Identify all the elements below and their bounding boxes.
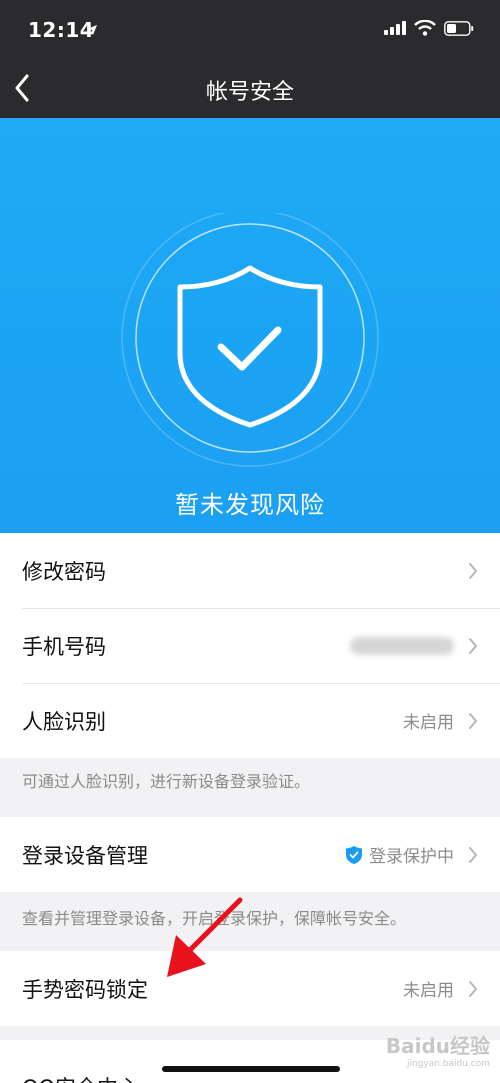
- row-label: 手机号码: [22, 634, 106, 659]
- qq-security-center-row-label: QQ安全中心: [22, 1072, 139, 1083]
- page-title: 帐号安全: [205, 80, 294, 105]
- shield-icon: [346, 845, 362, 864]
- cellular-signal-icon: [384, 21, 406, 35]
- blurred-phone-number: [350, 636, 454, 655]
- row-label: 人脸识别: [22, 709, 106, 734]
- battery-icon: [444, 20, 474, 36]
- gesture-lock-status: 未启用: [403, 981, 454, 1001]
- device-management-hint: 查看并管理登录设备，开启登录保护，保障帐号安全。: [22, 909, 407, 928]
- navigation-bar: 帐号安全: [0, 60, 500, 118]
- security-status-banner: 暂未发现风险: [0, 118, 500, 533]
- status-bar: 12:14: [0, 0, 500, 60]
- wifi-icon: [414, 20, 436, 36]
- face-recognition-row[interactable]: 人脸识别 未启用: [0, 683, 500, 758]
- status-time: 12:14: [28, 18, 95, 42]
- chevron-right-icon: [468, 562, 478, 580]
- baidu-watermark: Baidu经验 jingyan.baidu.com: [386, 1030, 490, 1069]
- login-device-management-row[interactable]: 登录设备管理 登录保护中: [0, 817, 500, 892]
- status-indicators: [384, 20, 474, 36]
- watermark-url: jingyan.baidu.com: [406, 1059, 490, 1069]
- chevron-right-icon: [468, 712, 478, 730]
- row-label: 登录设备管理: [22, 843, 148, 868]
- chevron-right-icon: [468, 637, 478, 655]
- change-password-row[interactable]: 修改密码: [0, 533, 500, 608]
- row-label: 修改密码: [22, 559, 106, 584]
- security-status-text: 暂未发现风险: [175, 491, 325, 519]
- row-label: 手势密码锁定: [22, 977, 148, 1002]
- home-indicator[interactable]: [162, 1066, 340, 1072]
- login-protection-text: 登录保护中: [369, 847, 454, 867]
- shield-check-icon: [121, 213, 379, 467]
- account-settings-group: 修改密码 手机号码 人脸识别 未启用: [0, 533, 500, 758]
- chevron-right-icon: [468, 980, 478, 998]
- device-management-group: 登录设备管理 登录保护中: [0, 817, 500, 892]
- gesture-password-lock-row[interactable]: 手势密码锁定 未启用: [0, 951, 500, 1026]
- location-arrow-icon: [87, 25, 97, 35]
- face-recognition-hint: 可通过人脸识别，进行新设备登录验证。: [22, 772, 311, 791]
- chevron-right-icon: [468, 846, 478, 864]
- gesture-lock-group: 手势密码锁定 未启用: [0, 951, 500, 1026]
- phone-number-row[interactable]: 手机号码: [0, 608, 500, 683]
- face-recognition-status: 未启用: [403, 713, 454, 733]
- login-protection-status: 登录保护中: [345, 842, 454, 867]
- watermark-brand: Baidu经验: [385, 1034, 490, 1058]
